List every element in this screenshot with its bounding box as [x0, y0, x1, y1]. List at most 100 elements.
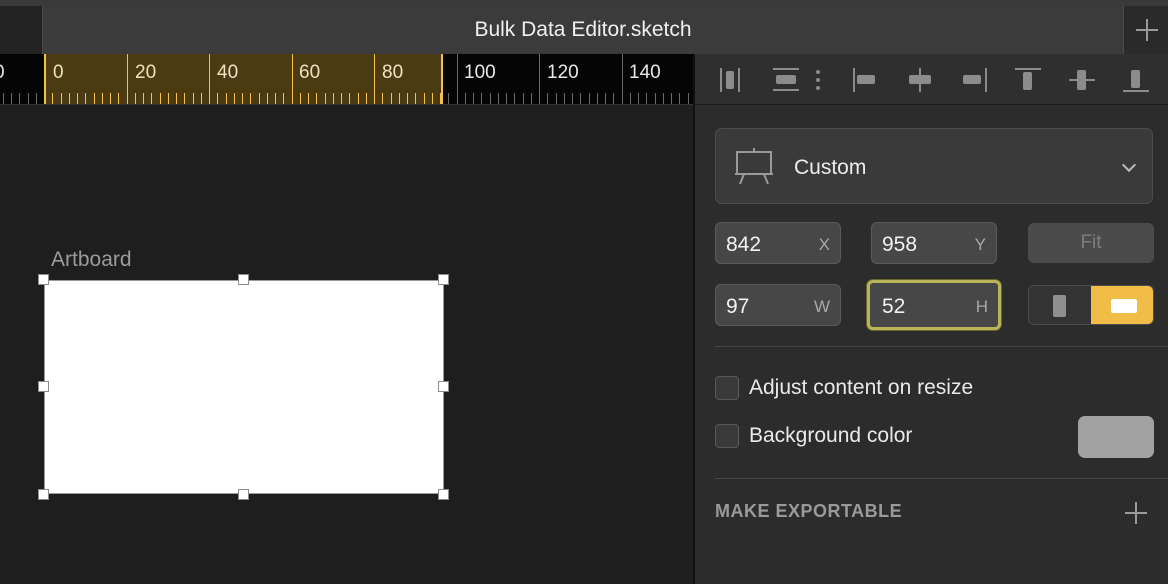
ruler-minor-tick	[135, 93, 136, 104]
ruler-label: 140	[629, 62, 661, 83]
resize-handle-bottom-right[interactable]	[438, 489, 449, 500]
ruler-minor-tick	[19, 93, 20, 104]
ruler-minor-tick	[69, 93, 70, 104]
ruler-minor-tick	[85, 93, 86, 104]
ruler-label: 80	[382, 62, 404, 83]
ruler-minor-tick	[94, 93, 95, 104]
ruler-minor-tick	[61, 93, 62, 104]
ruler-minor-tick	[234, 93, 235, 104]
ruler-label: 100	[464, 62, 496, 83]
ruler-minor-tick	[671, 93, 672, 104]
portrait-button[interactable]	[1029, 286, 1091, 324]
more-vertical-icon[interactable]	[812, 66, 824, 94]
canvas[interactable]: Artboard	[0, 105, 693, 584]
ruler-minor-tick	[333, 93, 334, 104]
ruler-minor-tick	[217, 93, 218, 104]
align-bottom-icon[interactable]	[1121, 66, 1151, 94]
align-top-icon[interactable]	[1013, 66, 1043, 94]
ruler-label: 60	[299, 62, 321, 83]
x-position-field[interactable]: 842 X	[715, 222, 841, 264]
resize-handle-top-left[interactable]	[38, 274, 49, 285]
ruler-minor-tick	[259, 93, 260, 104]
make-exportable-title: MAKE EXPORTABLE	[715, 501, 903, 521]
ruler-minor-tick	[316, 93, 317, 104]
ruler-minor-tick	[201, 93, 202, 104]
ruler-minor-tick	[415, 93, 416, 104]
adjust-content-label: Adjust content on resize	[749, 376, 974, 399]
ruler-minor-tick	[11, 93, 12, 104]
adjust-content-checkbox[interactable]	[715, 376, 739, 400]
height-value: 52	[882, 295, 906, 318]
divider	[715, 346, 1168, 347]
y-position-field[interactable]: 958 Y	[871, 222, 997, 264]
fit-button[interactable]: Fit	[1028, 223, 1154, 263]
ruler-minor-tick	[226, 93, 227, 104]
ruler-minor-tick	[556, 93, 557, 104]
resize-handle-top[interactable]	[238, 274, 249, 285]
ruler-minor-tick	[77, 93, 78, 104]
ruler-minor-tick	[490, 93, 491, 104]
document-tab[interactable]: Bulk Data Editor.sketch	[43, 6, 1124, 54]
ruler-minor-tick	[613, 93, 614, 104]
height-field[interactable]: 52 H	[867, 280, 1001, 330]
ruler-minor-tick	[646, 93, 647, 104]
background-color-swatch[interactable]	[1078, 416, 1154, 458]
inspector-panel: Custom 842 X 958 Y Fit 97 W 52 H Adjust …	[693, 54, 1168, 584]
ruler-major-tick	[292, 54, 293, 104]
ruler-minor-tick	[176, 93, 177, 104]
resize-handle-right[interactable]	[438, 381, 449, 392]
align-center-icon[interactable]	[905, 66, 935, 94]
ruler-label: 20	[135, 62, 157, 83]
ruler-minor-tick	[341, 93, 342, 104]
ruler-minor-tick	[580, 93, 581, 104]
ruler-minor-tick	[36, 93, 37, 104]
resize-handle-left[interactable]	[38, 381, 49, 392]
landscape-icon	[1111, 299, 1137, 313]
alignment-toolbar	[695, 54, 1168, 105]
plus-icon	[1136, 19, 1158, 41]
landscape-button[interactable]	[1091, 286, 1153, 324]
new-tab-button[interactable]	[1125, 6, 1168, 54]
background-color-checkbox[interactable]	[715, 424, 739, 448]
ruler-minor-tick	[589, 93, 590, 104]
ruler-minor-tick	[3, 93, 4, 104]
preset-label: Custom	[794, 156, 867, 179]
ruler-minor-tick	[184, 93, 185, 104]
ruler-minor-tick	[481, 93, 482, 104]
ruler-minor-tick	[407, 93, 408, 104]
ruler-major-tick	[209, 54, 210, 104]
align-left-edge-icon[interactable]	[851, 66, 881, 94]
ruler-minor-tick	[630, 93, 631, 104]
ruler-minor-tick	[28, 93, 29, 104]
align-right-edge-icon[interactable]	[959, 66, 989, 94]
artboard-preset-dropdown[interactable]: Custom	[715, 128, 1153, 204]
ruler-minor-tick	[473, 93, 474, 104]
resize-handle-bottom[interactable]	[238, 489, 249, 500]
ruler-minor-tick	[432, 93, 433, 104]
ruler-label: 120	[547, 62, 579, 83]
ruler-minor-tick	[399, 93, 400, 104]
ruler-major-tick	[539, 54, 540, 104]
tab-previous[interactable]	[0, 6, 43, 54]
ruler-minor-tick	[151, 93, 152, 104]
ruler-minor-tick	[638, 93, 639, 104]
ruler-label: 0	[0, 62, 5, 84]
align-horizontal-center-icon[interactable]	[771, 66, 801, 94]
ruler-minor-tick	[679, 93, 680, 104]
width-field[interactable]: 97 W	[715, 284, 841, 326]
horizontal-ruler[interactable]: 0 0 20 40 60 80 100 120 140	[0, 54, 693, 105]
align-middle-icon[interactable]	[1067, 66, 1097, 94]
align-left-icon[interactable]	[717, 66, 747, 94]
width-suffix: W	[813, 297, 830, 316]
resize-handle-bottom-left[interactable]	[38, 489, 49, 500]
resize-handle-top-right[interactable]	[438, 274, 449, 285]
artboard-label[interactable]: Artboard	[51, 248, 132, 272]
ruler-minor-tick	[349, 93, 350, 104]
ruler-label: 0	[53, 62, 64, 83]
add-export-button[interactable]	[1121, 498, 1151, 528]
artboard[interactable]	[44, 280, 444, 494]
tab-bar: Bulk Data Editor.sketch	[0, 0, 1168, 54]
ruler-minor-tick	[523, 93, 524, 104]
ruler-minor-tick	[391, 93, 392, 104]
ruler-minor-tick	[572, 93, 573, 104]
